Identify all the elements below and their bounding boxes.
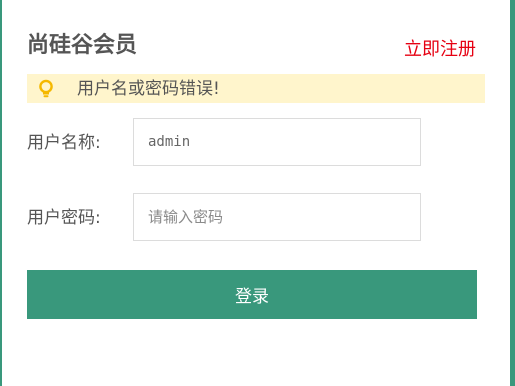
panel-border-right <box>510 0 515 386</box>
username-label: 用户名称: <box>27 133 101 153</box>
password-label: 用户密码: <box>27 208 101 228</box>
lightbulb-icon <box>37 79 55 99</box>
register-link[interactable]: 立即注册 <box>404 37 476 63</box>
error-message: 用户名或密码错误! <box>77 79 220 99</box>
page-title: 尚硅谷会员 <box>27 33 138 58</box>
login-panel: 尚硅谷会员 立即注册 用户名或密码错误! 用户名称: 用户密码: 登录 <box>0 0 515 386</box>
password-input[interactable] <box>133 193 421 241</box>
login-button[interactable]: 登录 <box>27 270 477 319</box>
error-alert: 用户名或密码错误! <box>27 74 485 103</box>
panel-border-left <box>0 0 2 386</box>
username-input[interactable] <box>133 118 421 166</box>
